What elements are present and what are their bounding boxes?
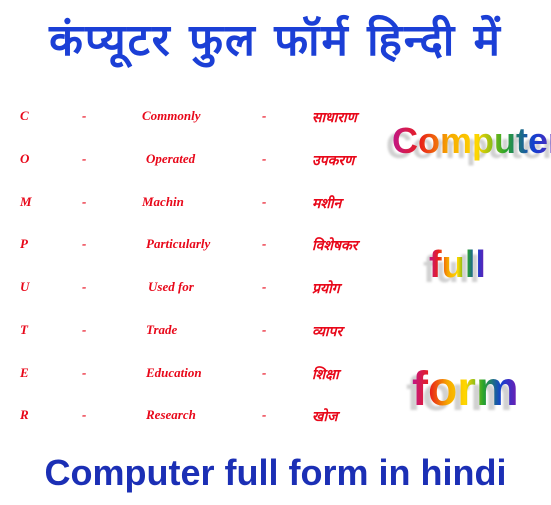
separator: - (262, 108, 267, 123)
english-word: Research (146, 407, 196, 422)
hindi-word: व्यापर (312, 324, 343, 340)
acronym-row: E - Education - शिक्षा (0, 365, 380, 385)
separator: - (82, 279, 87, 294)
hindi-word: खोज (312, 409, 338, 425)
separator: - (262, 365, 267, 380)
acronym-row: O - Operated - उपकरण (0, 151, 380, 171)
separator: - (82, 236, 87, 251)
separator: - (262, 194, 267, 209)
separator: - (82, 407, 87, 422)
separator: - (262, 151, 267, 166)
separator: - (262, 322, 267, 337)
english-word: Commonly (142, 108, 201, 123)
hindi-word: विशेषकर (312, 238, 358, 254)
separator: - (262, 236, 267, 251)
separator: - (262, 279, 267, 294)
word-art-form: form (412, 363, 519, 416)
hindi-word: साधाराण (312, 110, 357, 126)
hindi-word: शिक्षा (312, 367, 339, 383)
separator: - (262, 407, 267, 422)
english-word: Used for (148, 279, 194, 294)
word-art-computer: Computer (392, 120, 551, 162)
row-letter: T (20, 322, 28, 337)
separator: - (82, 151, 87, 166)
row-letter: E (20, 365, 29, 380)
row-letter: O (20, 151, 30, 166)
english-word: Particularly (146, 236, 211, 251)
acronym-row: R - Research - खोज (0, 407, 380, 427)
english-word: Education (146, 365, 202, 380)
hindi-word: मशीन (312, 196, 342, 212)
row-letter: U (20, 279, 30, 294)
hindi-word: उपकरण (312, 153, 355, 169)
separator: - (82, 322, 87, 337)
separator: - (82, 194, 87, 209)
separator: - (82, 108, 87, 123)
row-letter: P (20, 236, 28, 251)
row-letter: C (20, 108, 29, 123)
acronym-row: T - Trade - व्यापर (0, 322, 380, 342)
acronym-row: C - Commonly - साधाराण (0, 108, 380, 128)
acronym-row: M - Machin - मशीन (0, 194, 380, 214)
row-letter: M (20, 194, 32, 209)
row-letter: R (20, 407, 29, 422)
word-art-full: full (429, 244, 486, 286)
acronym-row: P - Particularly - विशेषकर (0, 236, 380, 256)
hindi-title: कंप्यूटर फुल फॉर्म हिन्दी में (49, 15, 502, 66)
acronym-row: U - Used for - प्रयोग (0, 279, 380, 299)
english-word: Trade (146, 322, 178, 337)
hindi-word: प्रयोग (312, 281, 340, 297)
english-title: Computer full form in hindi (44, 452, 507, 493)
english-word: Machin (142, 194, 184, 209)
separator: - (82, 365, 87, 380)
infographic: कंप्यूटर फुल फॉर्म हिन्दी में C - Commonly… (0, 0, 551, 505)
english-word: Operated (146, 151, 196, 166)
